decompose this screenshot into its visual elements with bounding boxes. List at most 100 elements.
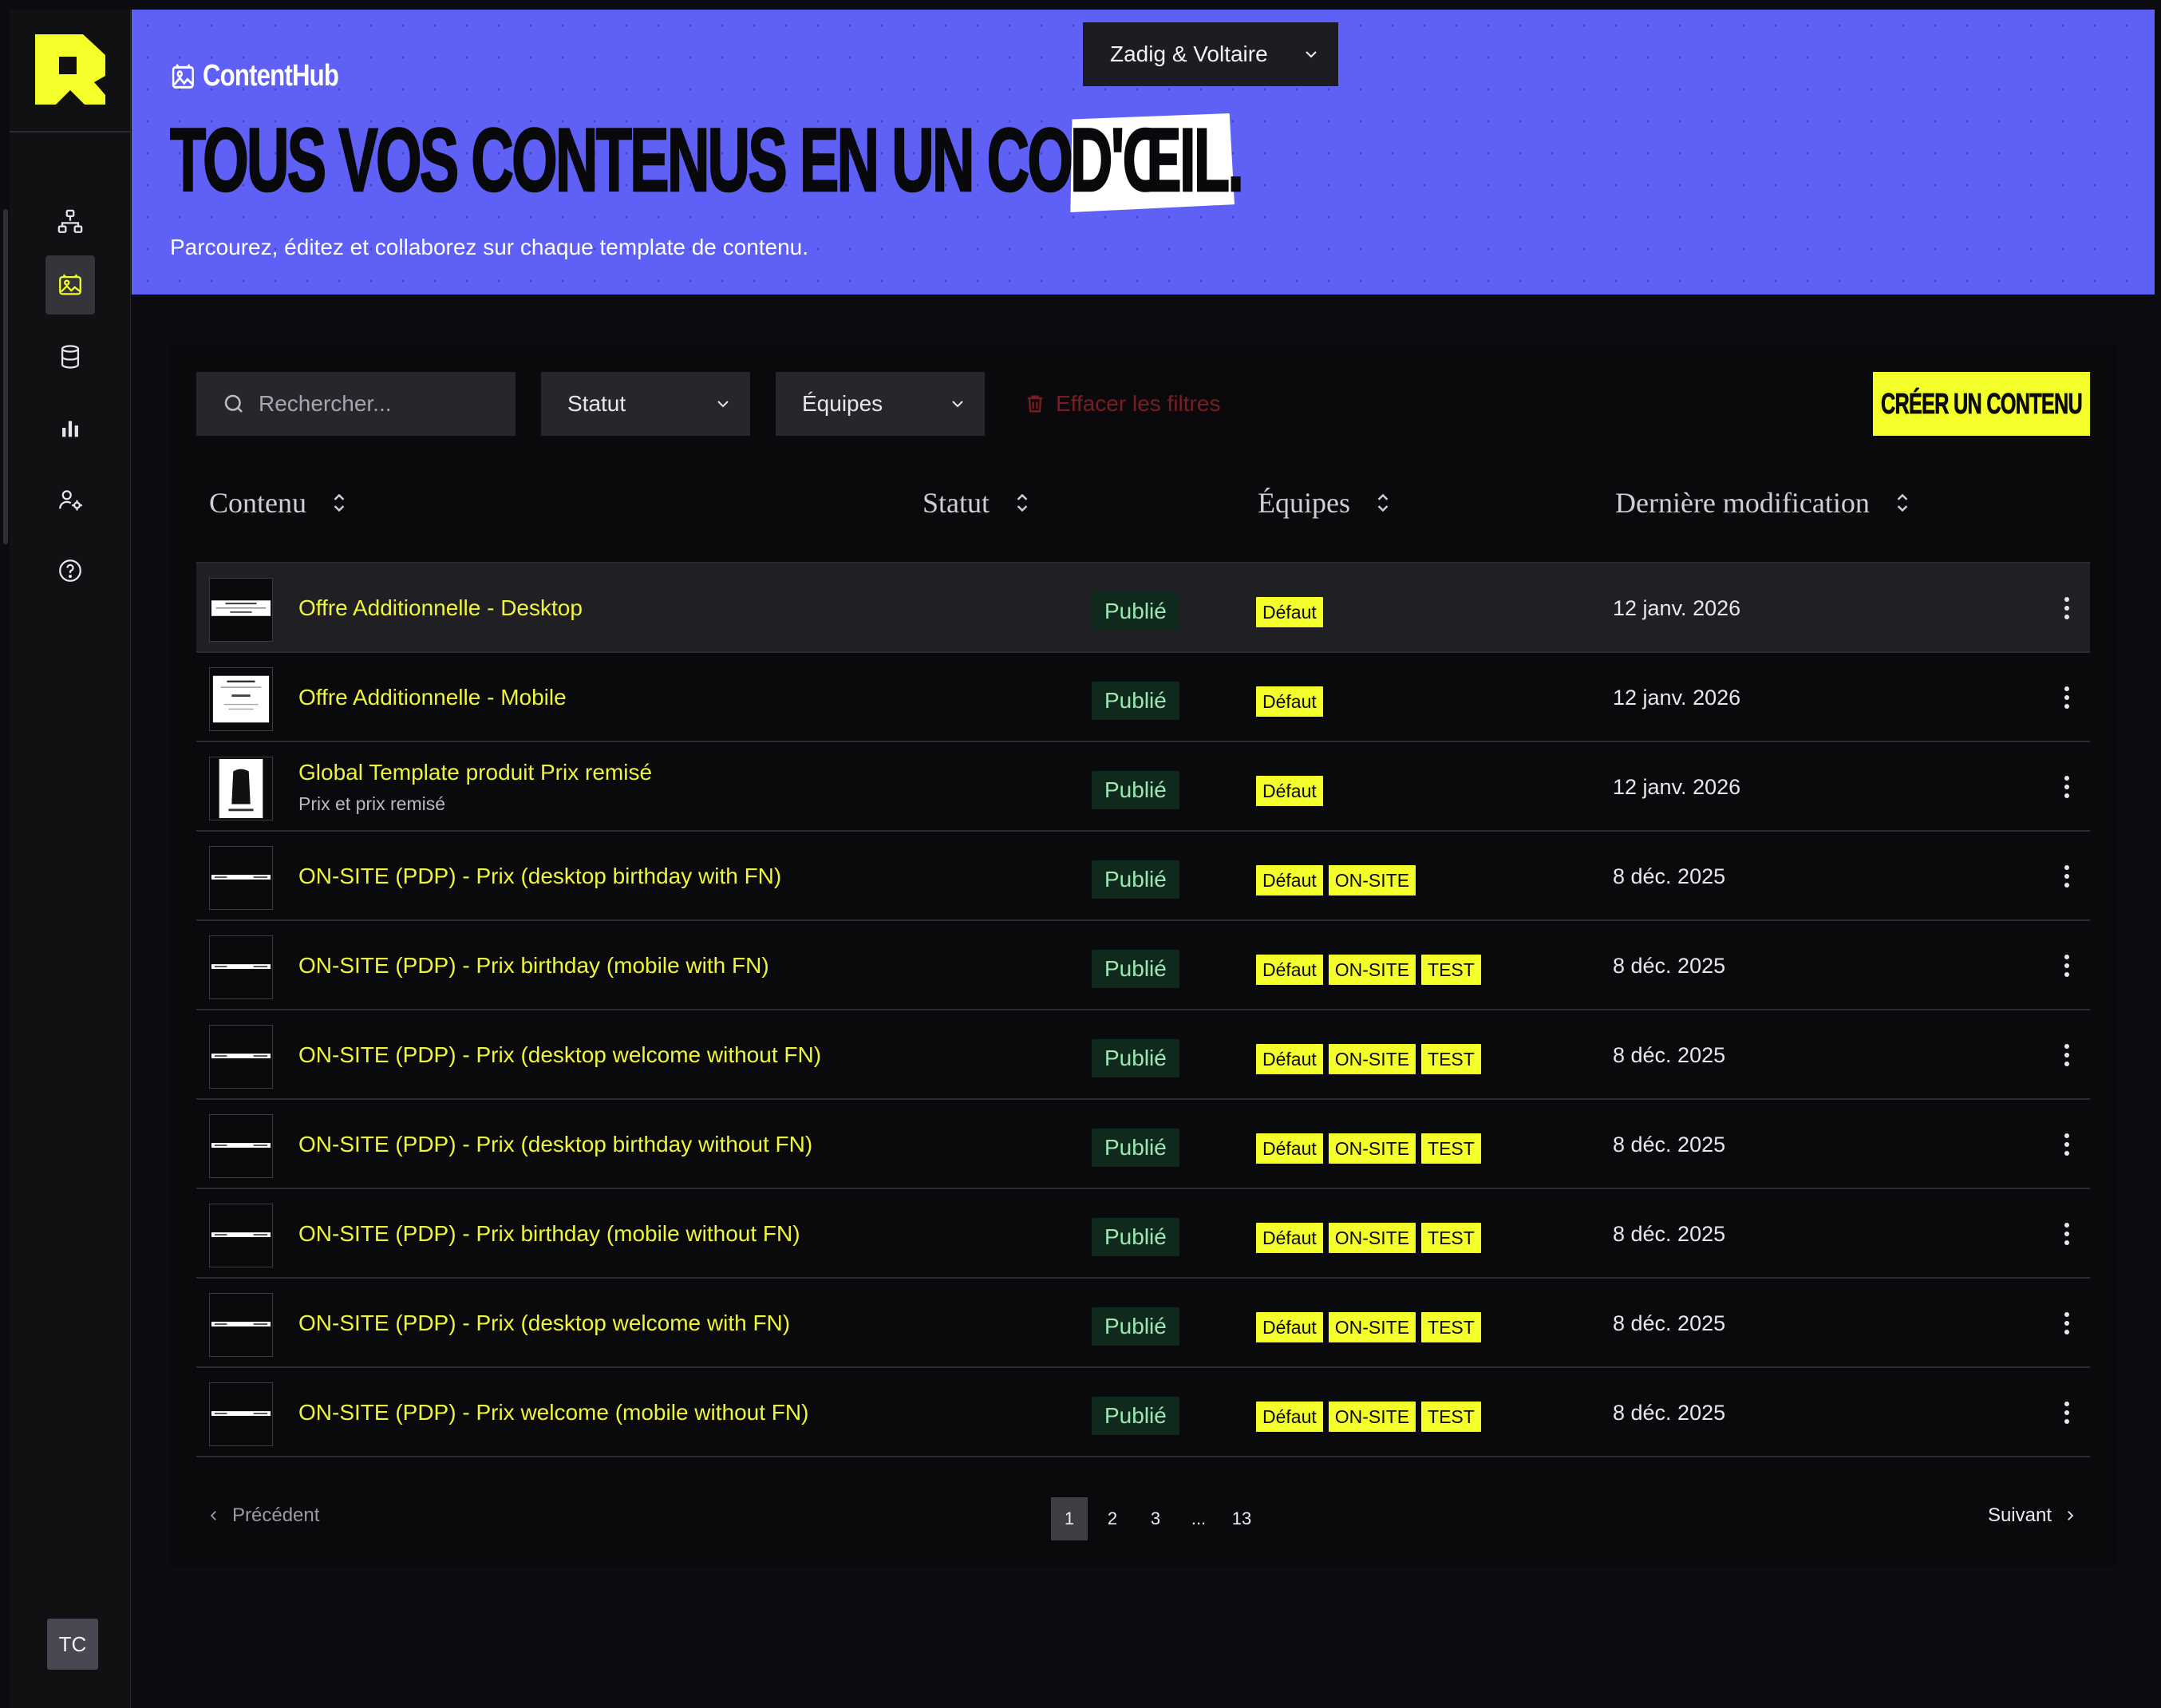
content-title-link[interactable]: Offre Additionnelle - Mobile — [298, 685, 567, 710]
table-row[interactable]: Global Template produit Prix remisé Prix … — [196, 742, 2090, 832]
content-title-link[interactable]: ON-SITE (PDP) - Prix (desktop welcome wi… — [298, 1311, 790, 1336]
pagination-previous[interactable]: Précédent — [207, 1500, 319, 1532]
more-options-icon[interactable] — [2057, 682, 2076, 714]
content-cell: Offre Additionnelle - Mobile — [298, 653, 567, 742]
app-logo-icon[interactable] — [35, 34, 105, 105]
more-options-icon[interactable] — [2057, 1218, 2076, 1250]
status-badge: Publié — [1092, 682, 1179, 720]
nav-help[interactable] — [45, 541, 95, 600]
more-options-icon[interactable] — [2057, 860, 2076, 892]
team-tag: ON-SITE — [1328, 1044, 1416, 1074]
table-row[interactable]: ON-SITE (PDP) - Prix birthday (mobile wi… — [196, 1189, 2090, 1279]
pagination-next[interactable]: Suivant — [1988, 1500, 2077, 1532]
status-filter-dropdown[interactable]: Statut — [541, 372, 750, 436]
table-row[interactable]: ON-SITE (PDP) - Prix (desktop birthday w… — [196, 832, 2090, 921]
search-field[interactable] — [196, 372, 516, 436]
sidebar-divider — [10, 131, 131, 132]
content-title-link[interactable]: ON-SITE (PDP) - Prix (desktop welcome wi… — [298, 1042, 821, 1068]
pagination-page[interactable]: 3 — [1137, 1497, 1174, 1540]
column-header-teams-label: Équipes — [1258, 487, 1350, 519]
content-thumbnail[interactable] — [209, 1382, 273, 1446]
more-options-icon[interactable] — [2057, 771, 2076, 803]
content-thumbnail[interactable] — [209, 578, 273, 642]
team-tag: TEST — [1421, 1402, 1481, 1432]
content-title-link[interactable]: Global Template produit Prix remisé — [298, 760, 652, 785]
content-cell: ON-SITE (PDP) - Prix (desktop welcome wi… — [298, 1279, 790, 1368]
table-row[interactable]: ON-SITE (PDP) - Prix welcome (mobile wit… — [196, 1368, 2090, 1457]
nav-structure[interactable] — [45, 192, 95, 251]
content-thumbnail[interactable] — [209, 1114, 273, 1178]
content-thumbnail[interactable] — [209, 1293, 273, 1357]
more-options-icon[interactable] — [2057, 592, 2076, 624]
clear-filters-button[interactable]: Effacer les filtres — [1024, 372, 1220, 436]
content-title-link[interactable]: Offre Additionnelle - Desktop — [298, 595, 583, 621]
status-filter-label: Statut — [567, 391, 626, 416]
table-row[interactable]: ON-SITE (PDP) - Prix birthday (mobile wi… — [196, 921, 2090, 1010]
sidebar-scrollbar[interactable] — [3, 209, 8, 544]
content-thumbnail[interactable] — [209, 1025, 273, 1089]
column-header-teams[interactable]: Équipes — [1258, 483, 1392, 523]
chevron-left-icon — [210, 1511, 216, 1520]
pagination-page[interactable]: 1 — [1051, 1497, 1088, 1540]
client-selector[interactable]: Zadig & Voltaire — [1083, 22, 1338, 86]
more-options-icon[interactable] — [2057, 1397, 2076, 1429]
help-icon — [59, 559, 81, 582]
status-badge: Publié — [1092, 950, 1179, 988]
table-row[interactable]: Offre Additionnelle - Mobile Publié Défaut… — [196, 653, 2090, 742]
content-thumbnail[interactable] — [209, 846, 273, 910]
team-tags: Défaut ON-SITE TEST — [1256, 955, 1481, 985]
nav-user-settings[interactable] — [45, 470, 95, 529]
sidebar: TC — [3, 10, 131, 1708]
search-input[interactable] — [259, 391, 498, 417]
table-row[interactable]: Offre Additionnelle - Desktop Publié Défau… — [196, 563, 2090, 653]
table-row[interactable]: ON-SITE (PDP) - Prix (desktop welcome wi… — [196, 1279, 2090, 1368]
create-content-button[interactable]: CRÉER UN CONTENU — [1873, 372, 2090, 436]
last-modified-date: 8 déc. 2025 — [1613, 953, 1726, 978]
table-row[interactable]: ON-SITE (PDP) - Prix (desktop welcome wi… — [196, 1010, 2090, 1100]
team-tags: Défaut — [1256, 686, 1323, 717]
content-title-link[interactable]: ON-SITE (PDP) - Prix birthday (mobile wi… — [298, 953, 769, 979]
team-tag: Défaut — [1256, 1044, 1323, 1074]
column-header-last-modified[interactable]: Dernière modification — [1615, 483, 1911, 523]
last-modified-date: 8 déc. 2025 — [1613, 1311, 1726, 1335]
team-tag: Défaut — [1256, 955, 1323, 985]
more-options-icon[interactable] — [2057, 1129, 2076, 1160]
content-title-link[interactable]: ON-SITE (PDP) - Prix (desktop birthday w… — [298, 1132, 812, 1157]
create-content-label: CRÉER UN CONTENU — [1881, 387, 2083, 421]
team-tag: ON-SITE — [1328, 1133, 1416, 1164]
nav-database[interactable] — [45, 327, 95, 386]
content-cell: ON-SITE (PDP) - Prix birthday (mobile wi… — [298, 921, 769, 1010]
content-thumbnail[interactable] — [209, 667, 273, 731]
app-root: TC ContentHub Zadig & Voltaire TOUS VOS … — [0, 0, 2161, 1708]
table-row[interactable]: ON-SITE (PDP) - Prix (desktop birthday w… — [196, 1100, 2090, 1189]
content-title-link[interactable]: ON-SITE (PDP) - Prix birthday (mobile wi… — [298, 1221, 800, 1247]
content-title-link[interactable]: ON-SITE (PDP) - Prix (desktop birthday w… — [298, 864, 781, 889]
team-tag: ON-SITE — [1328, 1402, 1416, 1432]
nav-analytics[interactable] — [45, 398, 95, 457]
more-options-icon[interactable] — [2057, 1039, 2076, 1071]
page-title: TOUS VOS CONTENUS EN UN COUP D'ŒIL. — [169, 113, 1335, 212]
pagination-page[interactable]: 13 — [1223, 1497, 1260, 1540]
pagination-previous-label: Précédent — [232, 1504, 320, 1526]
content-thumbnail[interactable] — [209, 935, 273, 999]
teams-filter-dropdown[interactable]: Équipes — [776, 372, 985, 436]
team-tags: Défaut ON-SITE — [1256, 865, 1416, 896]
more-options-icon[interactable] — [2057, 950, 2076, 982]
sort-icon — [1377, 493, 1389, 512]
column-header-status[interactable]: Statut — [922, 483, 1031, 523]
pagination-next-label: Suivant — [1987, 1504, 2052, 1526]
content-title-link[interactable]: ON-SITE (PDP) - Prix welcome (mobile wit… — [298, 1400, 808, 1425]
pagination-page[interactable]: 2 — [1094, 1497, 1131, 1540]
user-avatar[interactable]: TC — [47, 1619, 98, 1670]
more-options-icon[interactable] — [2057, 1307, 2076, 1339]
team-tags: Défaut — [1256, 776, 1323, 806]
content-thumbnail[interactable] — [209, 1204, 273, 1267]
column-header-content[interactable]: Contenu — [209, 483, 348, 523]
chevron-down-icon — [1306, 51, 1317, 58]
content-cell: ON-SITE (PDP) - Prix (desktop welcome wi… — [298, 1010, 821, 1100]
last-modified-date: 12 janv. 2026 — [1613, 595, 1741, 620]
teams-filter-label: Équipes — [802, 391, 883, 416]
nav-content[interactable] — [45, 255, 95, 314]
team-tags: Défaut — [1256, 597, 1323, 627]
content-thumbnail[interactable] — [209, 757, 273, 820]
